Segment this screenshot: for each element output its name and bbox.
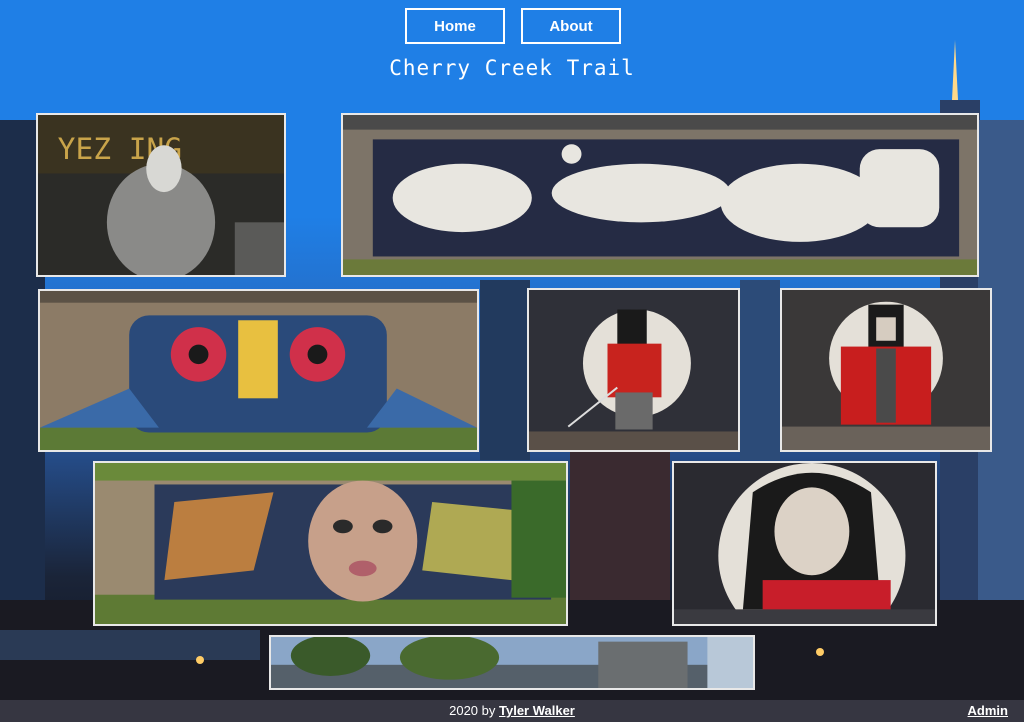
- mural-samurai-sword-photo[interactable]: [527, 288, 740, 452]
- mural-yezing-photo[interactable]: YEZ ING: [36, 113, 286, 277]
- admin-link[interactable]: Admin: [968, 703, 1008, 718]
- top-navigation: Home About: [0, 8, 1024, 44]
- author-link[interactable]: Tyler Walker: [499, 703, 575, 718]
- trail-park-photo[interactable]: [269, 635, 755, 690]
- about-button[interactable]: About: [521, 8, 621, 44]
- mural-red-kimono-photo[interactable]: [780, 288, 992, 452]
- page-footer: 2020 by Tyler Walker Admin: [0, 700, 1024, 722]
- mural-kimono-woman-photo[interactable]: [672, 461, 937, 626]
- page-title: Cherry Creek Trail: [389, 56, 635, 80]
- footer-credit: 2020 by Tyler Walker: [0, 703, 1024, 718]
- footer-year: 2020 by: [449, 703, 496, 718]
- home-button[interactable]: Home: [405, 8, 505, 44]
- mural-girl-face-photo[interactable]: [93, 461, 568, 626]
- mural-dizcruz-photo[interactable]: [38, 289, 479, 452]
- mural-white-figures-photo[interactable]: [341, 113, 979, 277]
